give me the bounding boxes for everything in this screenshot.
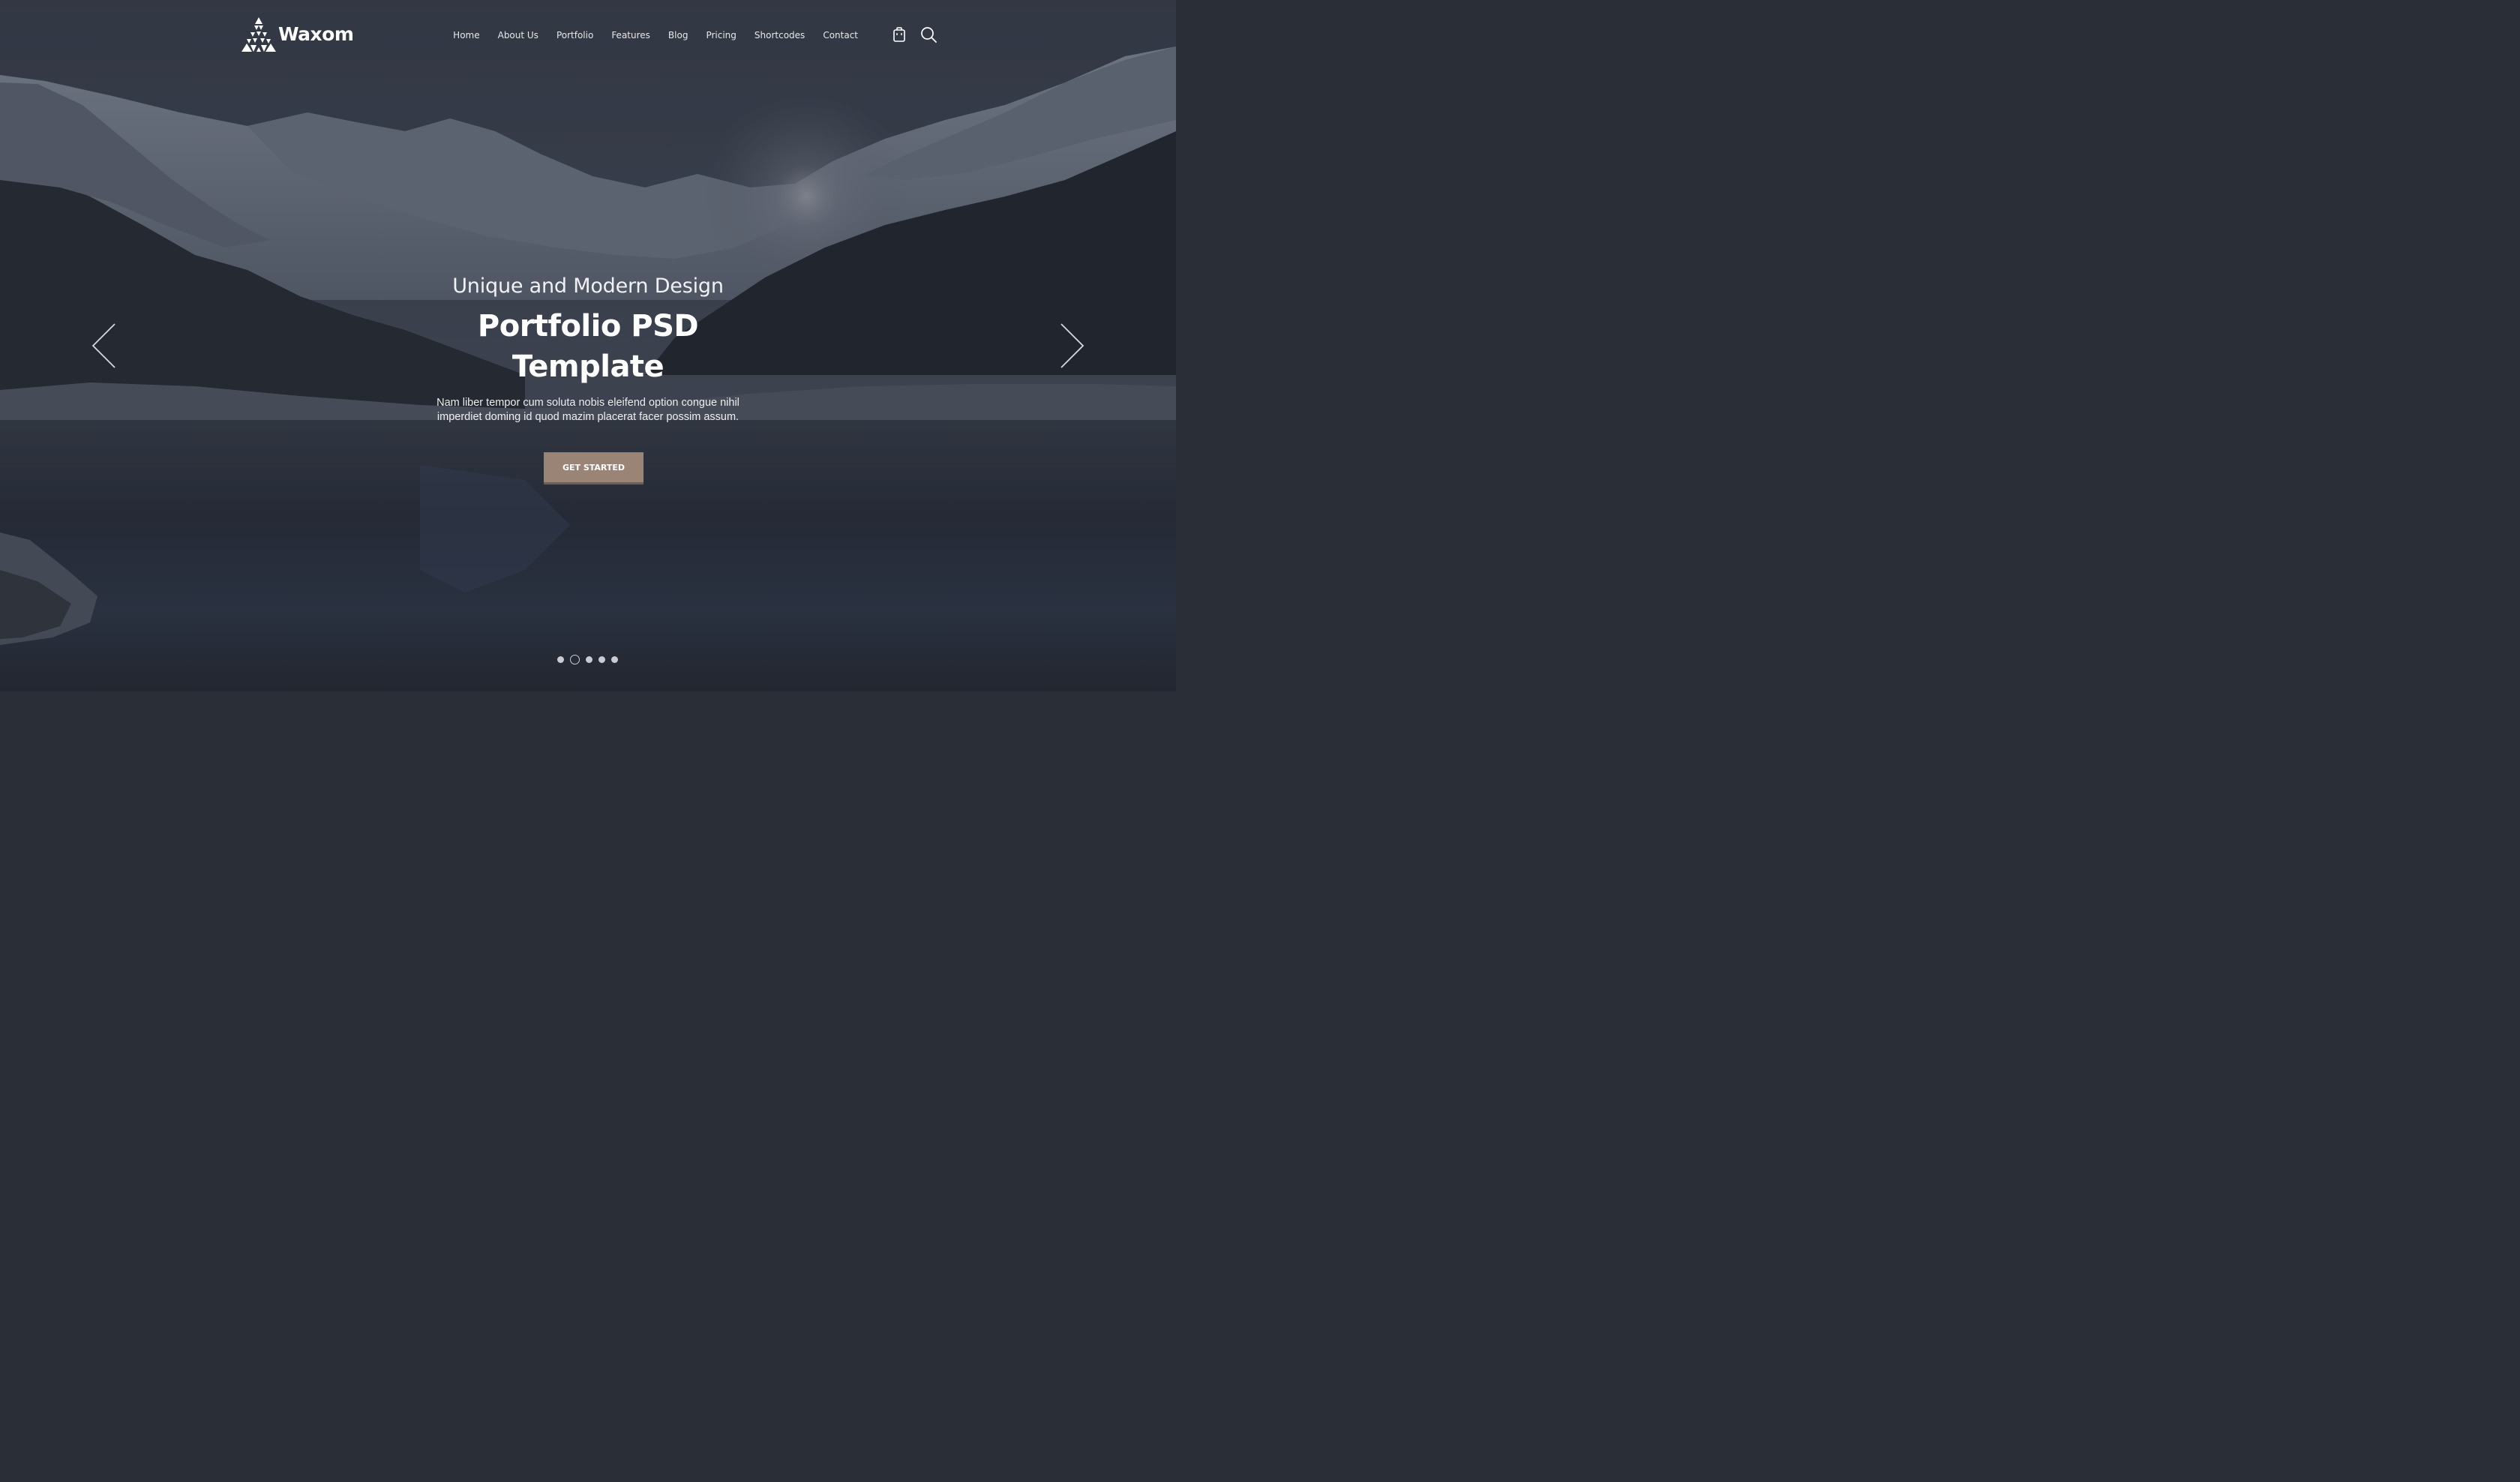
search-icon: [921, 27, 937, 43]
cart-button[interactable]: [891, 26, 908, 43]
brand-name: Waxom: [278, 23, 354, 45]
site-header: Waxom Home About Us Portfolio Features B…: [0, 0, 1176, 69]
nav-item-features[interactable]: Features: [611, 30, 650, 40]
slider-dot[interactable]: [611, 656, 618, 663]
slider-pagination: [557, 654, 618, 664]
nav-item-pricing[interactable]: Pricing: [706, 30, 736, 40]
slider-prev-button[interactable]: [91, 322, 118, 369]
nav-item-about-us[interactable]: About Us: [498, 30, 538, 40]
slider-dot[interactable]: [598, 656, 605, 663]
chevron-right-icon: [1060, 323, 1084, 368]
shopping-bag-icon: [893, 27, 905, 42]
slider-dot[interactable]: [557, 656, 564, 663]
nav-item-home[interactable]: Home: [453, 30, 479, 40]
slider-dot[interactable]: [586, 656, 592, 663]
slider-dot[interactable]: [570, 654, 580, 664]
hero-title-line-2: Template: [512, 350, 664, 384]
nav-item-portfolio[interactable]: Portfolio: [556, 30, 593, 40]
brand-logo[interactable]: Waxom: [240, 17, 354, 52]
hero-subtitle: Unique and Modern Design: [452, 274, 724, 298]
nav-item-shortcodes[interactable]: Shortcodes: [754, 30, 805, 40]
triangle-mosaic-logo-icon: [242, 17, 276, 52]
slider-next-button[interactable]: [1058, 322, 1085, 369]
hero-title-line-1: Portfolio PSD: [477, 309, 699, 344]
nav-item-blog[interactable]: Blog: [668, 30, 688, 40]
search-button[interactable]: [920, 26, 937, 43]
get-started-button[interactable]: GET STARTED: [544, 452, 644, 482]
hero-title: Portfolio PSD Template: [363, 306, 813, 387]
hero-description: Nam liber tempor cum soluta nobis eleife…: [436, 397, 740, 423]
slide-content: Unique and Modern Design Portfolio PSD T…: [363, 272, 813, 424]
main-nav: Home About Us Portfolio Features Blog Pr…: [453, 28, 858, 42]
chevron-left-icon: [92, 323, 116, 368]
hero-slider: Waxom Home About Us Portfolio Features B…: [0, 0, 1176, 692]
nav-item-contact[interactable]: Contact: [823, 30, 858, 40]
